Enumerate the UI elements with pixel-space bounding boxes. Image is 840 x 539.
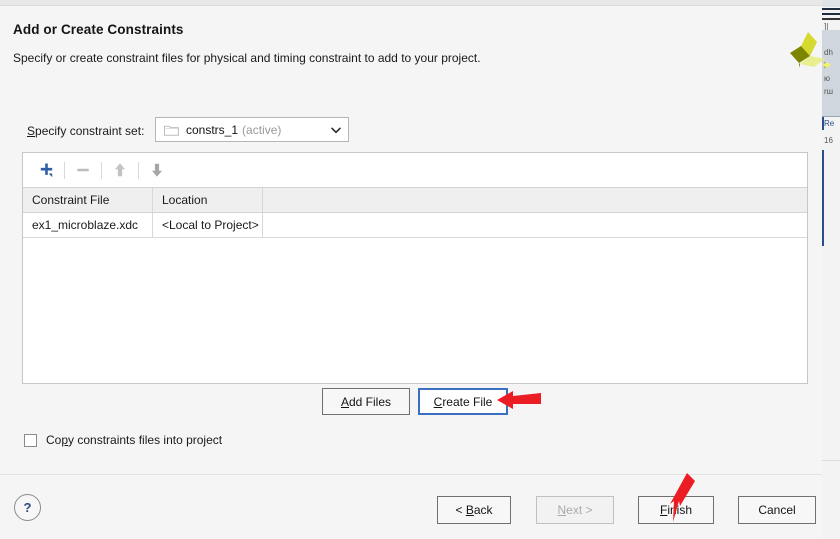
next-mnemonic: N xyxy=(557,503,567,517)
copy-constraints-checkbox[interactable] xyxy=(24,433,37,447)
cancel-button[interactable]: Cancel xyxy=(738,496,816,524)
finish-label: inish xyxy=(667,503,693,517)
back-mnemonic: B xyxy=(465,503,474,517)
add-files-button[interactable]: Add Files xyxy=(322,388,410,415)
cell-location: <Local to Project> xyxy=(153,213,263,237)
constraint-set-dropdown[interactable]: constrs_1 (active) xyxy=(155,117,349,142)
constraint-set-value: constrs_1 xyxy=(186,122,239,137)
copy-constraints-label: Copy constraints files into project xyxy=(46,433,222,447)
copy-constraints-row[interactable]: Copy constraints files into project xyxy=(24,433,222,447)
next-label: ext > xyxy=(566,503,593,517)
finish-button[interactable]: Finish xyxy=(638,496,714,524)
chevron-down-icon[interactable] xyxy=(330,124,342,136)
column-header-constraint-file[interactable]: Constraint File xyxy=(23,188,153,212)
help-icon: ? xyxy=(23,500,32,515)
constraint-set-state: (active) xyxy=(242,122,282,137)
copy-label-part3: y constraints files into project xyxy=(68,433,223,447)
help-button[interactable]: ? xyxy=(14,494,41,521)
folder-icon xyxy=(164,124,179,136)
bg-fragment: ю xyxy=(824,74,830,83)
table-body: ex1_microblaze.xdc <Local to Project> xyxy=(23,213,807,238)
constraint-set-label-text: pecify constraint set: xyxy=(35,124,145,138)
add-files-label: dd Files xyxy=(348,394,392,409)
move-up-button[interactable] xyxy=(105,156,135,184)
table-header-row: Constraint File Location xyxy=(23,188,807,213)
background-window-strip: ]| dh h ю rш Re 16 xyxy=(822,0,840,539)
next-button: Next > xyxy=(536,496,614,524)
remove-file-button[interactable] xyxy=(68,156,98,184)
cell-constraint-file: ex1_microblaze.xdc xyxy=(23,213,153,237)
constraint-files-panel: Constraint File Location ex1_microblaze.… xyxy=(22,152,808,384)
create-file-mnemonic: C xyxy=(433,394,443,409)
constraint-files-table: Constraint File Location ex1_microblaze.… xyxy=(23,188,807,238)
add-files-plus-button[interactable] xyxy=(31,156,61,184)
constraint-set-label: Specify constraint set: xyxy=(27,124,144,138)
column-header-location[interactable]: Location xyxy=(153,188,263,212)
back-prefix: < xyxy=(455,503,466,517)
create-file-button[interactable]: Create File xyxy=(418,388,508,415)
footer-separator xyxy=(0,474,822,475)
bg-fragment: Re xyxy=(824,119,835,128)
bg-fragment: 16 xyxy=(824,136,833,145)
move-down-button[interactable] xyxy=(142,156,172,184)
create-file-label: reate File xyxy=(442,394,493,409)
dialog-top-strip xyxy=(0,0,822,6)
add-files-mnemonic: A xyxy=(340,394,349,409)
add-or-create-constraints-dialog: Add or Create Constraints Specify or cre… xyxy=(0,0,825,539)
cancel-label: Cancel xyxy=(758,503,796,517)
files-toolbar xyxy=(23,153,807,188)
column-header-extra[interactable] xyxy=(263,188,807,212)
toolbar-separator xyxy=(64,161,65,179)
xilinx-logo xyxy=(790,32,825,68)
page-subtitle: Specify or create constraint files for p… xyxy=(13,51,481,65)
constraint-set-label-mnemonic: S xyxy=(27,124,36,138)
back-label: ack xyxy=(473,503,493,517)
toolbar-separator xyxy=(101,161,102,179)
page-title: Add or Create Constraints xyxy=(13,22,184,37)
table-row[interactable]: ex1_microblaze.xdc <Local to Project> xyxy=(23,213,807,238)
toolbar-separator xyxy=(138,161,139,179)
bg-fragment: rш xyxy=(824,87,834,96)
back-button[interactable]: < Back xyxy=(437,496,511,524)
cell-extra xyxy=(263,213,807,237)
copy-label-part1: Co xyxy=(46,433,62,447)
